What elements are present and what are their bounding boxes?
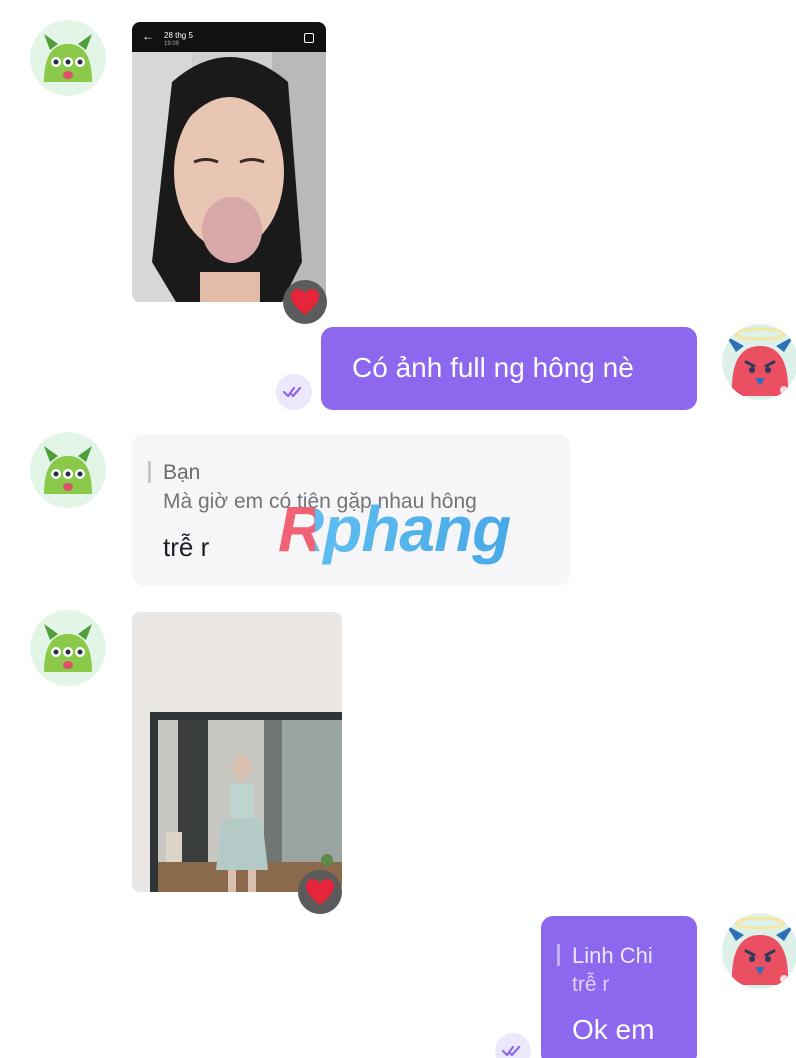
quoted-text: trễ r: [572, 973, 610, 996]
photo-date: 28 thg 5: [164, 31, 193, 40]
outgoing-reply-bubble[interactable]: Linh Chi trễ r Ok em: [541, 916, 697, 1058]
green-monster-avatar-icon: [30, 432, 106, 508]
message-text: Ok em: [572, 1014, 655, 1045]
self-avatar[interactable]: [722, 913, 796, 989]
quoted-sender: Linh Chi: [572, 943, 653, 968]
photo-reaction[interactable]: [283, 280, 327, 324]
message-text: trễ r: [163, 532, 210, 562]
mirror-photo-image: [132, 612, 342, 892]
watermark: Rphang: [278, 493, 511, 565]
outgoing-message-bubble[interactable]: Có ảnh full ng hông nè: [321, 327, 697, 410]
pink-devil-avatar-icon: [722, 324, 796, 400]
double-check-icon: [502, 1045, 521, 1057]
photo-top-bar: ← 28 thg 5 19:09: [132, 22, 326, 52]
green-monster-avatar-icon: [30, 610, 106, 686]
shared-photo-selfie[interactable]: ← 28 thg 5 19:09: [132, 22, 326, 302]
double-check-icon: [283, 386, 302, 398]
seen-indicator: [495, 1033, 531, 1058]
arrow-left-icon[interactable]: ←: [142, 30, 154, 42]
selfie-image: [132, 22, 326, 302]
heart-icon: [291, 289, 319, 315]
quote-bar: [148, 461, 151, 483]
self-avatar[interactable]: [722, 324, 796, 400]
quoted-sender: Bạn: [163, 461, 201, 484]
contact-avatar[interactable]: [30, 432, 106, 508]
contact-avatar[interactable]: [30, 20, 106, 96]
heart-icon: [306, 879, 334, 905]
quote-bar: [557, 944, 560, 966]
shared-photo-mirror[interactable]: [132, 612, 342, 892]
photo-reaction[interactable]: [298, 870, 342, 914]
pink-devil-avatar-icon: [722, 913, 796, 989]
scan-icon[interactable]: [304, 33, 314, 43]
seen-indicator: [276, 374, 312, 410]
green-monster-avatar-icon: [30, 20, 106, 96]
contact-avatar[interactable]: [30, 610, 106, 686]
photo-time: 19:09: [164, 41, 180, 47]
message-text: Có ảnh full ng hông nè: [352, 352, 634, 383]
